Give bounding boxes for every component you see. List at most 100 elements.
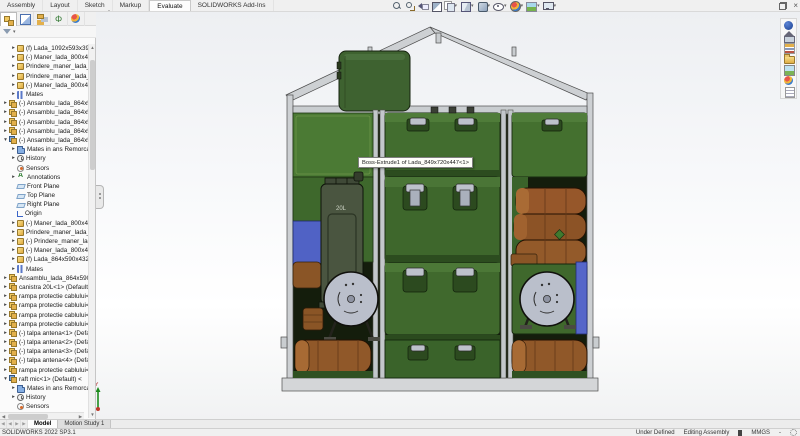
tree-item[interactable]: ▸Prindere_maner_lada_l	[0, 62, 88, 71]
hide-show-button[interactable]: ▾	[493, 1, 507, 11]
expand-icon[interactable]: ▸	[2, 127, 9, 136]
collapse-icon[interactable]: ▾	[2, 375, 9, 384]
expand-icon[interactable]: ▸	[2, 356, 9, 365]
editing-mode-label[interactable]: Editing Assembly	[684, 430, 730, 436]
close-window-icon[interactable]: ×	[793, 1, 798, 11]
tree-item[interactable]: Sensors	[0, 163, 88, 172]
chevron-down-icon[interactable]: ▾	[521, 1, 524, 11]
dimxpertmanager-tab[interactable]	[51, 12, 68, 26]
section-button[interactable]	[431, 1, 441, 11]
display-style-button[interactable]: ▾	[477, 1, 491, 11]
tree-item[interactable]: Front Plane	[0, 182, 88, 191]
scroll-up-icon[interactable]: ▲	[89, 44, 96, 51]
left-fuel-drum[interactable]	[295, 340, 371, 373]
expand-icon[interactable]: ▸	[10, 145, 17, 154]
ribbon-tab-evaluate[interactable]: Evaluate	[149, 0, 190, 11]
tree-item[interactable]: ▸(f) Lada_864x590x432x	[0, 255, 88, 264]
tree-item[interactable]: ▸History	[0, 393, 88, 402]
expand-icon[interactable]: ▸	[10, 90, 17, 99]
expand-icon[interactable]: ▸	[10, 265, 17, 274]
right-canister-stack[interactable]	[514, 188, 586, 264]
expand-icon[interactable]: ▸	[10, 228, 17, 237]
view-palette-tab[interactable]	[783, 65, 794, 74]
graphics-area[interactable]: 20L	[0, 12, 800, 419]
filter-funnel-icon[interactable]	[3, 29, 11, 34]
ribbon-tab-markup[interactable]: Markup	[113, 0, 150, 11]
tree-filter-row[interactable]: ▾	[0, 26, 96, 38]
expand-icon[interactable]: ▸	[2, 338, 9, 347]
zoom-area-button[interactable]	[405, 1, 415, 11]
3dexperience-tab[interactable]	[783, 21, 794, 30]
ribbon-tab-assembly[interactable]: Assembly	[0, 0, 43, 11]
chevron-up-icon[interactable]: ˆ	[108, 11, 110, 17]
expand-icon[interactable]: ▸	[10, 53, 17, 62]
tree-item[interactable]: ▸(-) Maner_lada_800x47	[0, 219, 88, 228]
tree-item[interactable]: ▸rampa protectie cablului<5>	[0, 366, 88, 375]
scene-button[interactable]: ▾	[526, 1, 540, 11]
resources-tab[interactable]	[783, 32, 794, 41]
orientation-button[interactable]: ▾	[460, 1, 474, 11]
expand-icon[interactable]: ▸	[10, 81, 17, 90]
expand-icon[interactable]: ▸	[10, 173, 17, 182]
appearances-tab[interactable]	[783, 76, 794, 85]
ribbon-tab-solidworks-add-ins[interactable]: SOLIDWORKS Add-Ins	[191, 0, 274, 11]
tree-item[interactable]: Sensors	[0, 402, 88, 411]
tree-item[interactable]: ▸rampa protectie cablului<4>	[0, 320, 88, 329]
expand-icon[interactable]: ▸	[10, 62, 17, 71]
expand-icon[interactable]: ▸	[10, 154, 17, 163]
document-tab-motion-study-1[interactable]: Motion Study 1	[58, 420, 111, 428]
display-style-icon[interactable]	[477, 1, 487, 11]
expand-icon[interactable]: ▸	[2, 118, 9, 127]
expand-icon[interactable]: ▸	[10, 393, 17, 402]
tree-item[interactable]: ▸(-) talpa antena<1> (Defau	[0, 329, 88, 338]
tree-item[interactable]: ▸History	[0, 154, 88, 163]
previous-icon[interactable]	[418, 1, 428, 11]
expand-icon[interactable]: ▸	[10, 44, 17, 53]
tree-item[interactable]: ▸Prindere_maner_lada_l	[0, 228, 88, 237]
document-tab-model[interactable]: Model	[28, 420, 58, 428]
zoom-area-icon[interactable]	[405, 1, 415, 11]
chevron-down-icon[interactable]: ▾	[504, 1, 507, 11]
tree-item[interactable]: Origin	[0, 209, 88, 218]
trailer-base[interactable]	[282, 378, 598, 391]
tree-horizontal-scrollbar[interactable]: ◀ ▶	[0, 412, 84, 419]
displaymanager-tab[interactable]	[68, 12, 85, 26]
scrollbar-thumb[interactable]	[90, 60, 95, 170]
expand-icon[interactable]: ▸	[10, 219, 17, 228]
view-settings-button[interactable]: ▾	[543, 1, 557, 11]
tree-item[interactable]: ▸Mates	[0, 90, 88, 99]
tree-item[interactable]: ▸(-) Ansamblu_lada_864x590	[0, 108, 88, 117]
unit-dropdown-label[interactable]: -	[779, 430, 781, 436]
chevron-down-icon[interactable]: ▾	[488, 1, 491, 11]
tree-item[interactable]: ▸(-) Ansamblu_lada_864x590	[0, 118, 88, 127]
tree-item[interactable]: ▸(f) Lada_1092x593x394	[0, 44, 88, 53]
configurationmanager-tab[interactable]	[34, 12, 51, 26]
tree-item[interactable]: ▸(-) Maner_lada_800x47	[0, 246, 88, 255]
tree-item[interactable]: ▸Prindere_maner_lada_l	[0, 72, 88, 81]
tree-item[interactable]: ▾raft mic<1> (Default) <	[0, 375, 88, 384]
expand-icon[interactable]: ▸	[2, 274, 9, 283]
tree-item[interactable]: ▸canistra 20L<1> (Default) <	[0, 283, 88, 292]
appearance-button[interactable]: ▾	[510, 1, 524, 11]
expand-icon[interactable]: ▸	[10, 237, 17, 246]
expand-icon[interactable]: ▸	[2, 329, 9, 338]
annot-views-icon[interactable]	[444, 1, 454, 11]
top-storage-box[interactable]	[337, 51, 410, 111]
orientation-icon[interactable]	[460, 1, 470, 11]
tree-vertical-scrollbar[interactable]: ▲ ▼	[88, 44, 95, 418]
blue-case-right[interactable]	[576, 262, 587, 334]
tree-item[interactable]: ▸Mates in ans Remorca	[0, 384, 88, 393]
expand-icon[interactable]: ▸	[2, 320, 9, 329]
design-library-tab[interactable]	[783, 43, 794, 52]
chevron-down-icon[interactable]: ▾	[554, 1, 557, 11]
tree-item[interactable]: ▸rampa protectie cablului<3>	[0, 310, 88, 319]
tree-item[interactable]: ▸(-) Prindere_maner_lad	[0, 237, 88, 246]
expand-icon[interactable]: ▸	[10, 255, 17, 264]
tree-item[interactable]: ▸(-) talpa antena<3> (Defau	[0, 347, 88, 356]
scroll-down-icon[interactable]: ▼	[89, 411, 96, 418]
chevron-down-icon[interactable]: ▾	[455, 1, 458, 11]
tree-item[interactable]: ▸(-) Maner_lada_800x47	[0, 81, 88, 90]
trailer-assembly-model[interactable]: 20L	[0, 12, 800, 436]
tree-item[interactable]: ▸Annotations	[0, 173, 88, 182]
propertymanager-tab[interactable]	[17, 12, 34, 26]
